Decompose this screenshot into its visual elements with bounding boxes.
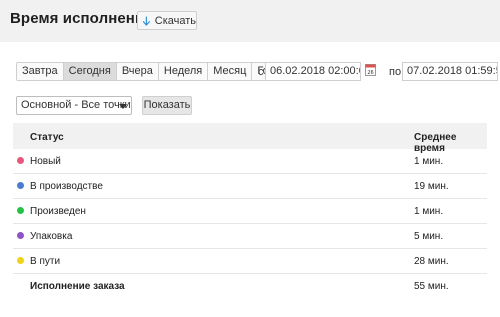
- table-row: В пути 28 мин.: [13, 249, 487, 274]
- table-row: Новый 1 мин.: [13, 149, 487, 174]
- period-week-button[interactable]: Неделя: [157, 63, 208, 80]
- date-from-label: с: [258, 66, 264, 78]
- status-dot: [17, 207, 24, 214]
- status-dot: [17, 182, 24, 189]
- status-dot: [17, 157, 24, 164]
- avg-time-value: 1 мин.: [414, 156, 444, 167]
- calendar-icon[interactable]: 26: [365, 64, 376, 76]
- status-name: В пути: [30, 256, 61, 267]
- page-title: Время исполнения: [10, 10, 154, 27]
- period-tomorrow-button[interactable]: Завтра: [17, 63, 63, 80]
- table-row: Упаковка 5 мин.: [13, 224, 487, 249]
- page-header: Время исполнения Скачать: [0, 0, 500, 42]
- date-to-input[interactable]: 07.02.2018 01:59:59: [402, 62, 498, 81]
- column-header-status: Статус: [30, 132, 64, 143]
- avg-time-value: 19 мин.: [414, 181, 449, 192]
- status-table: Статус Среднее время Новый 1 мин. В прои…: [13, 123, 487, 299]
- status-name: Новый: [30, 156, 61, 167]
- period-month-button[interactable]: Месяц: [207, 63, 252, 80]
- avg-time-value: 28 мин.: [414, 256, 449, 267]
- period-button-group: Завтра Сегодня Вчера Неделя Месяц Год: [16, 62, 281, 81]
- date-to-label: по: [389, 66, 402, 78]
- period-yesterday-button[interactable]: Вчера: [115, 63, 158, 80]
- download-button[interactable]: Скачать: [137, 11, 197, 30]
- total-status-name: Исполнение заказа: [30, 281, 125, 292]
- download-arrow-icon: [142, 16, 151, 26]
- calendar-day-text: 26: [367, 70, 373, 76]
- table-row: Произведен 1 мин.: [13, 199, 487, 224]
- table-row: В производстве 19 мин.: [13, 174, 487, 199]
- date-from-input[interactable]: 06.02.2018 02:00:00: [265, 62, 361, 81]
- status-name: В производстве: [30, 181, 103, 192]
- period-today-button[interactable]: Сегодня: [62, 63, 116, 80]
- point-select-value: Основной - Все точки: [21, 99, 131, 111]
- table-total-row: Исполнение заказа 55 мин.: [13, 274, 487, 299]
- status-dot: [17, 232, 24, 239]
- table-header: Статус Среднее время: [13, 123, 487, 154]
- point-select[interactable]: Основной - Все точки: [16, 96, 132, 115]
- status-name: Упаковка: [30, 231, 73, 242]
- avg-time-value: 1 мин.: [414, 206, 444, 217]
- avg-time-value: 5 мин.: [414, 231, 444, 242]
- chevron-down-icon: [119, 104, 127, 109]
- status-dot: [17, 257, 24, 264]
- show-button[interactable]: Показать: [142, 96, 192, 115]
- status-name: Произведен: [30, 206, 86, 217]
- download-label: Скачать: [154, 14, 196, 27]
- total-time-value: 55 мин.: [414, 281, 449, 292]
